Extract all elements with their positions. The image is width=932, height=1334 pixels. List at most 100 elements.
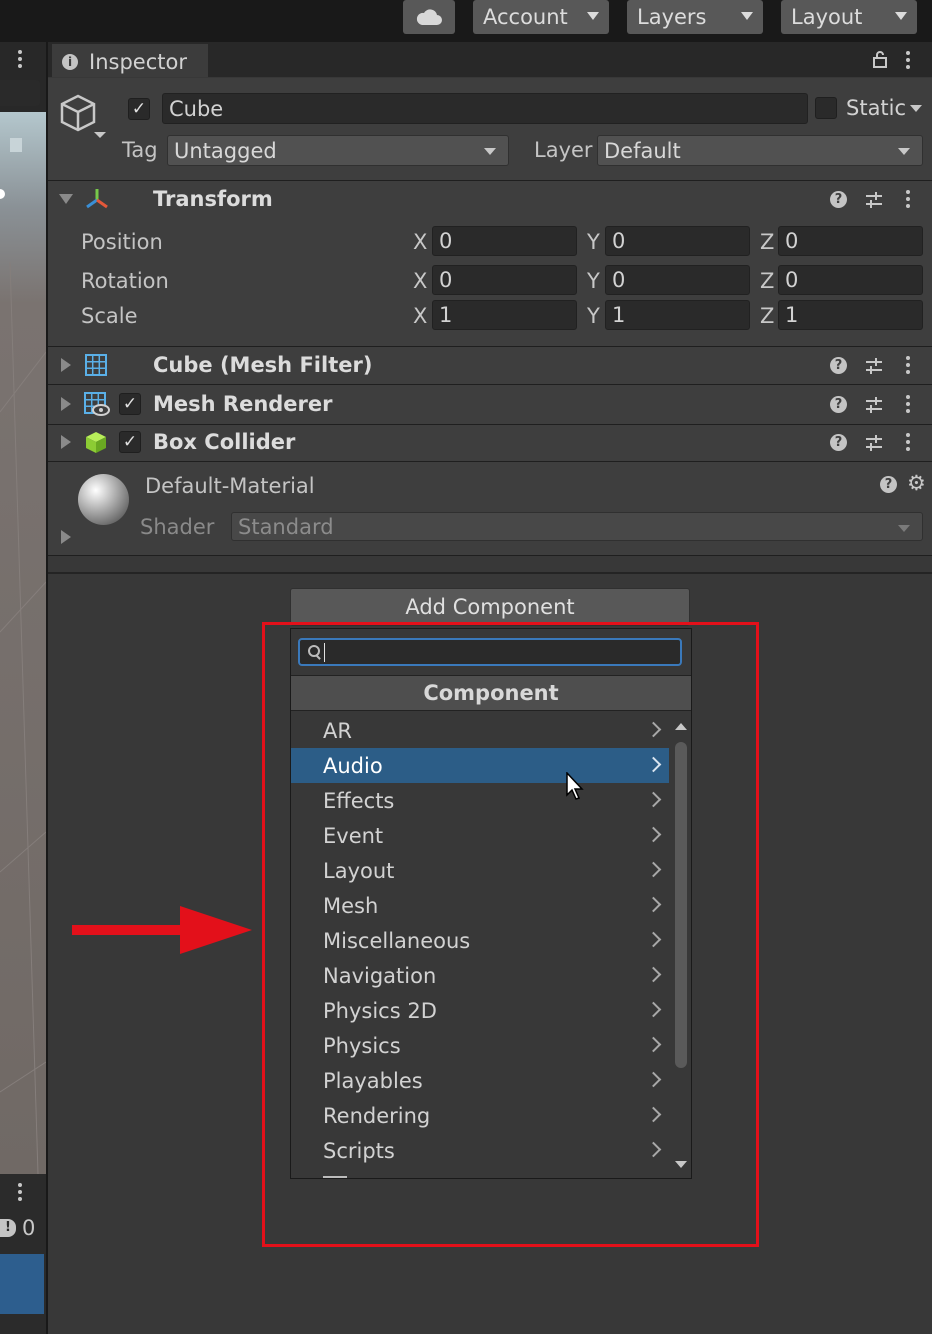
help-icon[interactable]: ? [830, 434, 847, 451]
layer-dropdown[interactable]: Default [597, 135, 923, 166]
static-dropdown[interactable]: Static [846, 96, 923, 120]
layers-label: Layers [637, 5, 707, 29]
gameobject-name: Cube [169, 96, 224, 121]
add-component-button[interactable]: Add Component [290, 588, 690, 626]
shader-label: Shader [140, 515, 215, 539]
scene-view[interactable] [0, 112, 47, 1175]
scale-x-value: 1 [439, 303, 453, 327]
annotation-arrow-icon [72, 906, 252, 954]
scale-z-value: 1 [785, 303, 799, 327]
static-checkbox[interactable] [815, 97, 837, 119]
box-collider-title: Box Collider [153, 430, 296, 454]
mesh-renderer-icon [84, 392, 110, 416]
axis-y-label: Y [587, 304, 600, 328]
chevron-down-icon [484, 148, 496, 155]
scene-grid [0, 138, 47, 1175]
component-menu-icon[interactable] [906, 395, 910, 413]
scale-z-field[interactable]: 1 [778, 300, 923, 330]
rotation-x-field[interactable]: 0 [432, 265, 577, 295]
foldout-collapsed-icon[interactable] [61, 397, 71, 411]
position-y-value: 0 [612, 229, 626, 253]
highlight-box [262, 622, 759, 1247]
transform-icon [86, 189, 108, 209]
tag-label: Tag [122, 138, 158, 162]
tag-dropdown[interactable]: Untagged [167, 135, 509, 166]
tab-inspector[interactable]: i Inspector [52, 44, 208, 77]
cloud-button[interactable] [403, 0, 455, 34]
axis-x-label: X [413, 304, 428, 328]
axis-x-label: X [413, 230, 428, 254]
material-name: Default-Material [145, 474, 315, 498]
scale-x-field[interactable]: 1 [432, 300, 577, 330]
axis-z-label: Z [760, 304, 775, 328]
shader-value: Standard [238, 514, 334, 539]
tab-inspector-label: Inspector [89, 49, 187, 74]
help-icon[interactable]: ? [830, 357, 847, 374]
box-collider-enabled-checkbox[interactable]: ✓ [119, 431, 141, 453]
scale-label: Scale [81, 304, 138, 328]
chevron-down-icon [895, 12, 907, 20]
component-menu-icon[interactable] [906, 190, 910, 208]
transform-title: Transform [153, 187, 273, 211]
layout-label: Layout [791, 5, 863, 29]
rotation-y-field[interactable]: 0 [605, 265, 750, 295]
preset-icon[interactable] [864, 356, 884, 376]
axis-z-label: Z [760, 230, 775, 254]
scale-y-field[interactable]: 1 [605, 300, 750, 330]
position-z-field[interactable]: 0 [778, 226, 923, 256]
inspector-menu-icon[interactable] [906, 51, 910, 69]
warning-icon: ! [0, 1219, 16, 1237]
axis-y-label: Y [587, 230, 600, 254]
warning-count-label: 0 [22, 1216, 36, 1240]
static-label: Static [846, 96, 907, 120]
foldout-expanded-icon[interactable] [59, 194, 73, 204]
mesh-filter-icon [85, 354, 107, 376]
chevron-down-icon [898, 525, 910, 532]
help-icon[interactable]: ? [830, 396, 847, 413]
help-icon[interactable]: ? [880, 476, 897, 493]
position-y-field[interactable]: 0 [605, 226, 750, 256]
console-menu-icon[interactable] [18, 1183, 22, 1201]
preset-icon[interactable] [864, 190, 884, 210]
shader-dropdown[interactable]: Standard [231, 512, 923, 541]
position-label: Position [81, 230, 163, 254]
chevron-down-icon [587, 12, 599, 20]
axis-z-label: Z [760, 269, 775, 293]
account-dropdown[interactable]: Account [473, 0, 609, 34]
tag-value: Untagged [174, 138, 277, 163]
chevron-down-icon [910, 104, 923, 112]
rotation-y-value: 0 [612, 268, 626, 292]
foldout-collapsed-icon[interactable] [61, 358, 71, 372]
material-preview-sphere[interactable] [78, 474, 129, 525]
info-icon: i [62, 53, 78, 70]
cube-icon[interactable] [58, 92, 110, 140]
chevron-down-icon [898, 148, 910, 155]
axis-y-label: Y [587, 269, 600, 293]
component-menu-icon[interactable] [906, 433, 910, 451]
gear-icon[interactable]: ⚙ [907, 471, 926, 495]
position-x-field[interactable]: 0 [432, 226, 577, 256]
scene-search-field[interactable] [0, 80, 40, 106]
foldout-collapsed-icon[interactable] [61, 530, 71, 544]
rotation-z-field[interactable]: 0 [778, 265, 923, 295]
foldout-collapsed-icon[interactable] [61, 435, 71, 449]
active-checkbox[interactable]: ✓ [128, 98, 150, 120]
scene-menu-icon[interactable] [18, 50, 22, 68]
layer-value: Default [604, 138, 681, 163]
layout-dropdown[interactable]: Layout [781, 0, 917, 34]
rotation-z-value: 0 [785, 268, 799, 292]
layer-label: Layer [534, 138, 593, 162]
mesh-renderer-enabled-checkbox[interactable]: ✓ [119, 393, 141, 415]
lock-icon[interactable] [872, 50, 888, 68]
layers-dropdown[interactable]: Layers [627, 0, 763, 34]
rotation-x-value: 0 [439, 268, 453, 292]
preset-icon[interactable] [864, 395, 884, 415]
help-icon[interactable]: ? [830, 191, 847, 208]
preset-icon[interactable] [864, 433, 884, 453]
component-menu-icon[interactable] [906, 356, 910, 374]
console-selected-row[interactable] [0, 1254, 44, 1314]
box-collider-icon [86, 432, 106, 453]
cloud-icon [416, 9, 442, 25]
gameobject-name-field[interactable]: Cube [162, 93, 808, 124]
warning-count[interactable]: ! 0 [0, 1216, 35, 1240]
